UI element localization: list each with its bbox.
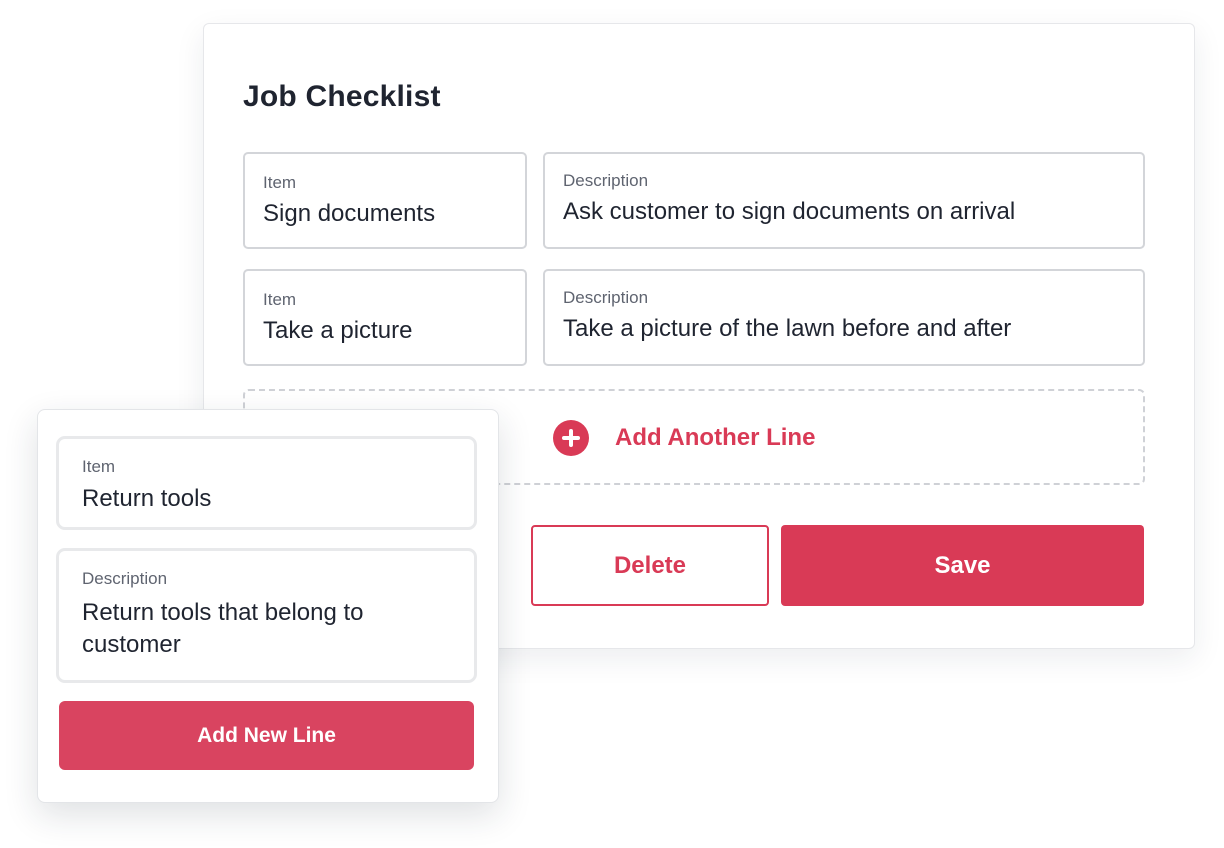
item-field-value: Sign documents: [263, 200, 436, 227]
description-field-value: Ask customer to sign documents on arriva…: [563, 198, 1016, 225]
item-field[interactable]: Item Sign documents: [243, 152, 527, 249]
plus-circle-icon: [553, 420, 589, 456]
item-field[interactable]: Item Take a picture: [243, 269, 527, 366]
description-field-label: Description: [563, 171, 649, 190]
add-another-line-content[interactable]: Add Another Line: [553, 420, 815, 456]
save-button[interactable]: Save: [781, 525, 1144, 606]
add-another-line-label: Add Another Line: [615, 424, 816, 451]
description-field-value: Take a picture of the lawn before and af…: [563, 315, 1012, 342]
new-item-field-label: Item: [82, 457, 116, 476]
add-new-line-button[interactable]: Add New Line: [59, 701, 474, 770]
new-item-field[interactable]: Item Return tools: [56, 436, 477, 530]
new-description-field[interactable]: Description Return tools that belong to …: [56, 548, 477, 683]
description-field-label: Description: [563, 288, 649, 307]
description-field[interactable]: Description Take a picture of the lawn b…: [543, 269, 1145, 366]
page-title: Job Checklist: [243, 80, 441, 113]
item-field-value: Take a picture: [263, 317, 413, 344]
new-item-field-value: Return tools: [82, 485, 212, 512]
stage: Job Checklist Item Sign documents Descri…: [0, 0, 1224, 848]
item-field-label: Item: [263, 173, 297, 192]
new-description-field-value: Return tools that belong to customer: [82, 599, 364, 658]
item-field-label: Item: [263, 290, 297, 309]
new-description-field-label: Description: [82, 569, 168, 588]
description-field[interactable]: Description Ask customer to sign documen…: [543, 152, 1145, 249]
delete-button[interactable]: Delete: [531, 525, 769, 606]
